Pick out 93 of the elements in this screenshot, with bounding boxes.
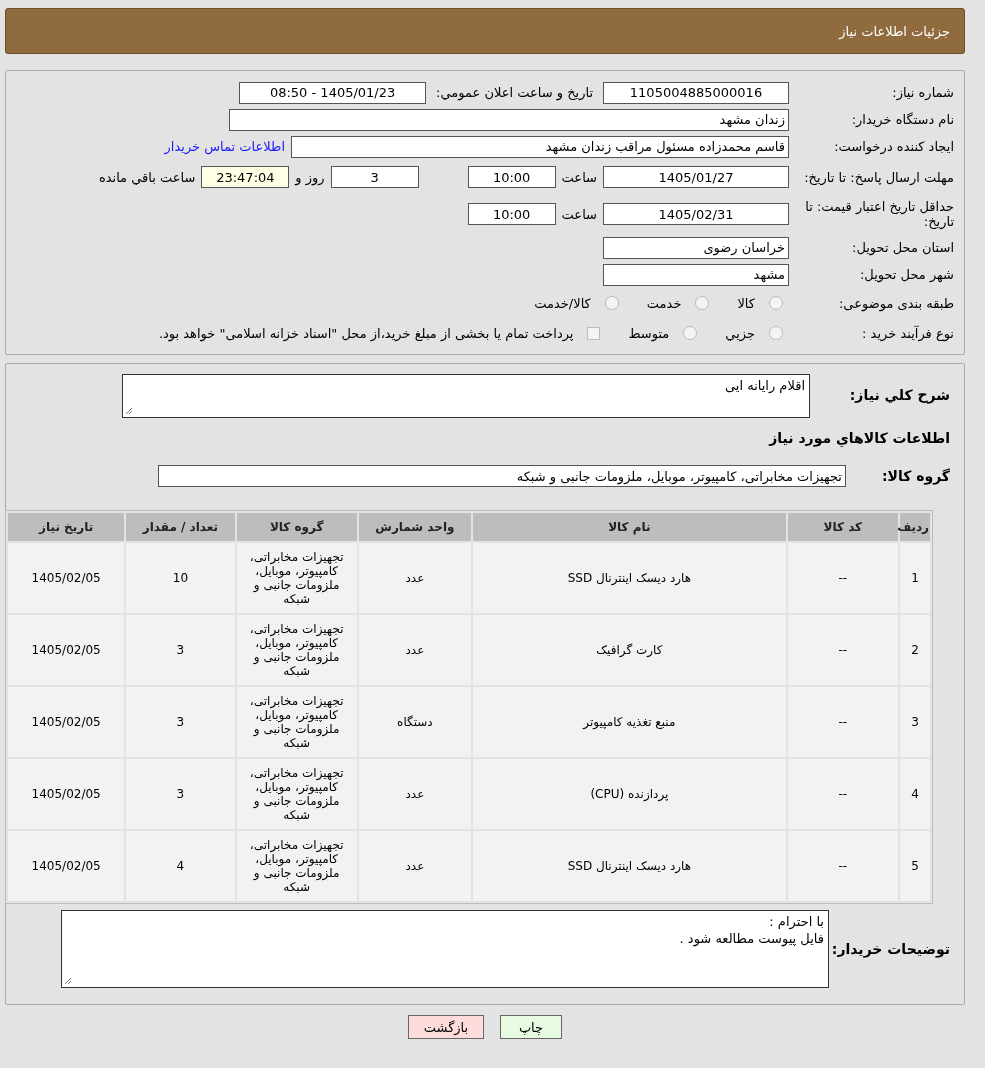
table-cell: دستگاه	[358, 687, 472, 757]
table-cell: 4	[126, 831, 235, 901]
days-label: روز و	[295, 169, 325, 185]
table-cell: 10	[126, 543, 235, 613]
remaining-time-field: 23:47:04	[201, 166, 290, 188]
table-cell: منبع تغذیه کامپیوتر	[473, 687, 786, 757]
table-cell: 1405/02/05	[8, 687, 125, 757]
remaining-label: ساعت باقي مانده	[98, 169, 196, 185]
back-button[interactable]: بازگشت	[408, 1015, 484, 1039]
table-cell: هارد دیسک اینترنال SSD	[473, 543, 786, 613]
checkbox[interactable]	[587, 326, 601, 340]
creator-field: قاسم محمدزاده مسئول مراقب زندان مشهد	[291, 135, 789, 158]
field-label: مهلت ارسال پاسخ: تا تاریخ:	[803, 169, 954, 185]
field-label: تاریخ و ساعت اعلان عمومي:	[436, 85, 593, 100]
radio-button[interactable]	[695, 296, 710, 310]
radio-button[interactable]	[604, 296, 619, 310]
field-label: شرح کلي نیاز:	[848, 388, 950, 403]
table-cell: 1	[899, 543, 930, 613]
table-cell: 3	[126, 759, 235, 829]
table-cell: عدد	[358, 543, 472, 613]
table-cell: تجهیزات مخابراتی، کامپیوتر، موبایل، ملزومات جانبی و شبکه	[236, 687, 357, 757]
field-label: گروه کالا:	[880, 468, 950, 484]
table-cell: تجهیزات مخابراتی، کامپیوتر، موبایل، ملزومات جانبی و شبکه	[236, 831, 357, 901]
deadline-date-field: 1405/01/27	[603, 166, 789, 188]
table-cell: 1405/02/05	[8, 615, 125, 685]
column-header: کد کالا	[787, 513, 898, 541]
table-cell: عدد	[358, 831, 472, 901]
table-cell: 3	[126, 687, 235, 757]
field-label: شهر محل تحویل:	[858, 267, 954, 282]
field-label: توضیحات خریدار:	[830, 942, 950, 957]
section-title: اطلاعات کالاهاي مورد نیاز	[769, 430, 950, 446]
table-cell: 5	[899, 831, 930, 901]
column-header: واحد شمارش	[358, 513, 472, 541]
description-textarea[interactable]: اقلام رایانه ایی	[122, 374, 810, 418]
table-cell: 4	[899, 759, 930, 829]
deadline-time-field: 10:00	[467, 166, 556, 188]
table-cell: هارد دیسک اینترنال SSD	[473, 831, 786, 901]
goods-group-field: تجهیزات مخابراتی، کامپیوتر، موبایل، ملزومات جانبی و شبکه	[158, 465, 846, 487]
table-cell: 1405/02/05	[8, 759, 125, 829]
table-cell: عدد	[358, 615, 472, 685]
radio-label: جزيي	[725, 325, 755, 341]
column-header: تاریخ نیاز	[8, 513, 125, 541]
field-label: طبقه بندی موضوعی:	[837, 295, 954, 311]
table-cell: پردازنده (CPU)	[473, 759, 786, 829]
validity-time-field: 10:00	[467, 203, 556, 225]
radio-button[interactable]	[683, 326, 698, 340]
radio-label: کالا/خدمت	[534, 295, 591, 311]
announce-date-field: 1405/01/23 - 08:50	[239, 81, 427, 104]
table-cell: تجهیزات مخابراتی، کامپیوتر، موبایل، ملزومات جانبی و شبکه	[236, 615, 357, 685]
table-cell: 1405/02/05	[8, 543, 125, 613]
table-cell: --	[787, 543, 898, 613]
time-label: ساعت	[561, 169, 597, 185]
checkbox-label: پرداخت تمام یا بخشی از مبلغ خرید،از محل "اسناد خزانه اسلامی" خواهد بود.	[158, 325, 574, 341]
field-label: شماره نیاز:	[891, 85, 954, 100]
province-field: خراسان رضوی	[603, 236, 789, 259]
column-header: ردیف	[899, 513, 930, 541]
resize-grip-icon[interactable]	[125, 407, 133, 415]
field-label: نوع فرآیند خرید :	[861, 325, 954, 341]
field-label: حداقل تاریخ اعتبار قیمت: تا تاریخ:	[804, 199, 954, 229]
table-cell: 3	[126, 615, 235, 685]
table-cell: 1405/02/05	[8, 831, 125, 901]
city-field: مشهد	[603, 263, 789, 286]
validity-date-field: 1405/02/31	[603, 203, 789, 225]
days-field: 3	[330, 166, 419, 188]
field-label: استان محل تحویل:	[851, 240, 954, 255]
column-header: نام کالا	[473, 513, 786, 541]
page-title: جزئیات اطلاعات نیاز	[839, 23, 950, 39]
table-cell: --	[787, 759, 898, 829]
print-button[interactable]: چاپ	[500, 1015, 562, 1039]
buyer-name-field: زندان مشهد	[229, 108, 789, 131]
need-number-field: 1105004885000016	[603, 81, 789, 104]
table-cell: 3	[899, 687, 930, 757]
table-cell: --	[787, 831, 898, 901]
field-label: ایجاد کننده درخواست:	[833, 139, 954, 154]
table-cell: --	[787, 615, 898, 685]
radio-button[interactable]	[769, 296, 783, 310]
table-cell: --	[787, 687, 898, 757]
time-label: ساعت	[561, 206, 597, 222]
column-header: گروه کالا	[236, 513, 357, 541]
table-cell: تجهیزات مخابراتی، کامپیوتر، موبایل، ملزومات جانبی و شبکه	[236, 543, 357, 613]
field-label: نام دستگاه خریدار:	[850, 112, 954, 127]
radio-label: خدمت	[646, 295, 682, 311]
resize-grip-icon[interactable]	[64, 977, 72, 985]
table-cell: 2	[899, 615, 930, 685]
table-cell: کارت گرافیک	[473, 615, 786, 685]
notes-textarea[interactable]: با احترام : فایل پیوست مطالعه شود .	[61, 910, 829, 988]
table-cell: تجهیزات مخابراتی، کامپیوتر، موبایل، ملزومات جانبی و شبکه	[236, 759, 357, 829]
radio-label: متوسط	[628, 325, 670, 341]
column-header: تعداد / مقدار	[126, 513, 235, 541]
radio-label: کالا	[737, 295, 755, 311]
radio-button[interactable]	[769, 326, 783, 340]
buyer-contact-link[interactable]: اطلاعات تماس خریدار	[164, 139, 285, 154]
table-cell: عدد	[358, 759, 472, 829]
